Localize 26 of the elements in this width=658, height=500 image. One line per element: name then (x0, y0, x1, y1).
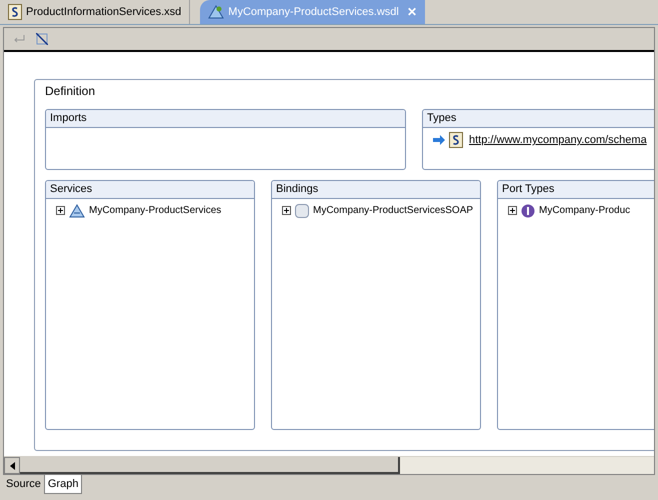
panel-title: Types (427, 111, 456, 126)
schema-link[interactable]: http://www.mycompany.com/schema (469, 132, 647, 148)
tree-item[interactable]: MyCompany-Produc (539, 203, 630, 218)
page-tab[interactable]: Graph (44, 475, 82, 494)
definition-title: Definition (45, 83, 96, 100)
arrow-icon (433, 135, 445, 146)
scroll-thumb[interactable] (20, 457, 400, 474)
panel-title: Bindings (276, 182, 318, 198)
expand-icon[interactable] (508, 206, 517, 215)
expand-icon[interactable] (282, 206, 291, 215)
service-icon (69, 204, 85, 218)
diagonal-line-icon[interactable] (36, 33, 48, 45)
wsdl-file-icon (208, 5, 224, 19)
panel-title: Imports (50, 111, 87, 126)
expand-icon[interactable] (56, 206, 65, 215)
schema-file-icon (8, 4, 22, 20)
tree-item[interactable]: MyCompany-ProductServices (89, 203, 222, 218)
panel-title: Port Types (502, 182, 554, 198)
interface-icon (521, 204, 535, 218)
left-triangle-icon (10, 462, 14, 470)
schema-file-icon (449, 132, 463, 148)
tree-item[interactable]: MyCompany-ProductServicesSOAP (313, 203, 474, 218)
horizontal-scrollbar[interactable] (4, 456, 654, 474)
binding-icon (295, 204, 309, 218)
scroll-left-button[interactable] (4, 457, 20, 474)
panel-title: Services (50, 182, 92, 198)
